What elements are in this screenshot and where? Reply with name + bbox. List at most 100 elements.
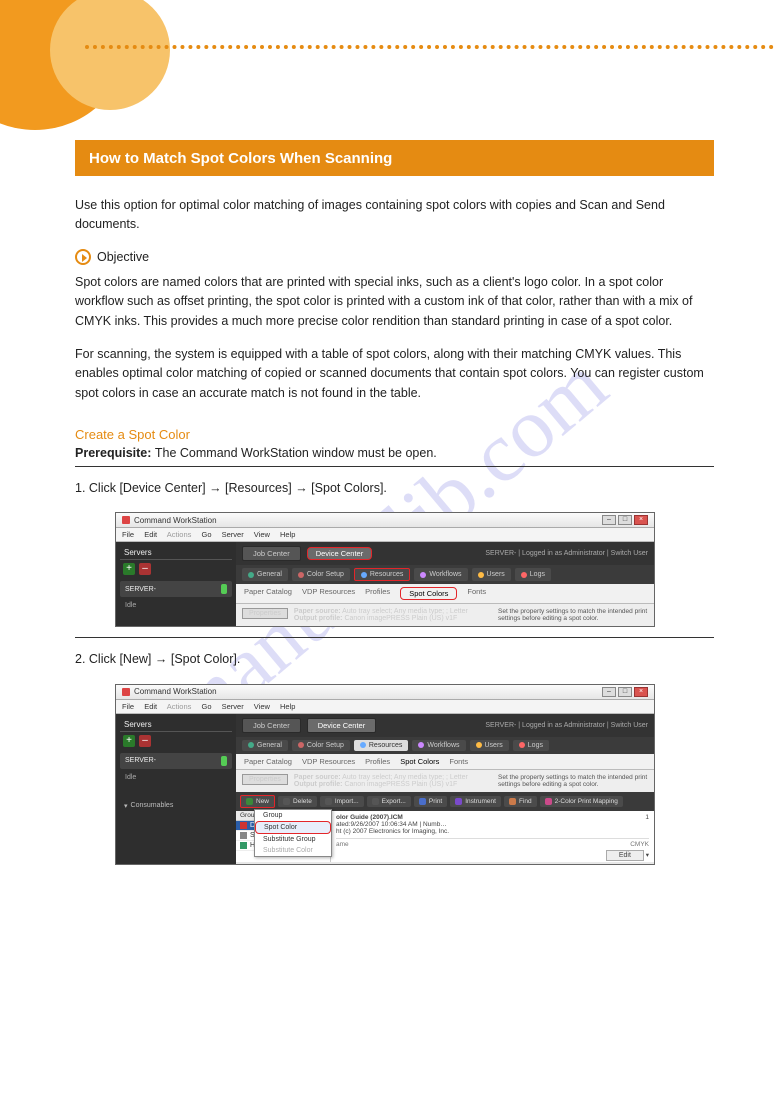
nav-general[interactable]: General [242, 568, 288, 581]
app-icon [122, 688, 130, 696]
screenshot-1: Command WorkStation – □ × File Edit Acti… [115, 512, 655, 627]
popup-sub-color[interactable]: Substitute Color [255, 845, 331, 856]
ss2-subtabs: Paper Catalog VDP Resources Profiles Spo… [236, 754, 654, 770]
subtab-profiles[interactable]: Profiles [365, 587, 390, 600]
btn-2color[interactable]: 2-Color Print Mapping [540, 796, 623, 807]
nav-workflows[interactable]: Workflows [414, 568, 467, 581]
sidebar-consumables[interactable]: ▾ Consumables [120, 801, 232, 811]
prereq-label: Prerequisite: [75, 446, 155, 460]
step-2: 2. Click [New] → [Spot Color]. [75, 650, 714, 669]
server-item[interactable]: SERVER- [120, 753, 232, 769]
btn-new[interactable]: New [240, 795, 275, 808]
step-1: 1. Click [Device Center] → [Resources] →… [75, 479, 714, 498]
menu-help[interactable]: Help [280, 702, 295, 711]
nav-logs[interactable]: Logs [515, 568, 551, 581]
menu-file[interactable]: File [122, 530, 134, 539]
menu-server[interactable]: Server [222, 702, 244, 711]
maximize-button[interactable]: □ [618, 687, 632, 697]
properties-button[interactable]: Properties [242, 608, 288, 619]
ss2-menubar[interactable]: File Edit Actions Go Server View Help [116, 700, 654, 714]
output-profile-value: Canon imagePRESS Plain (US) v1F [344, 615, 457, 622]
objective-row: Objective [75, 249, 714, 265]
subtab-paper-catalog[interactable]: Paper Catalog [244, 587, 292, 600]
menu-view[interactable]: View [254, 530, 270, 539]
properties-button[interactable]: Properties [242, 774, 288, 785]
btn-find[interactable]: Find [504, 796, 537, 807]
sidebar-header: Servers [120, 718, 232, 732]
popup-spot-color[interactable]: Spot Color [255, 821, 331, 834]
remove-server-button[interactable]: – [139, 563, 151, 575]
server-label: SERVER- [125, 586, 156, 593]
close-button[interactable]: × [634, 687, 648, 697]
ss2-titlebar: Command WorkStation – □ × [116, 685, 654, 700]
nav-color-setup[interactable]: Color Setup [292, 568, 350, 581]
paragraph-1: Spot colors are named colors that are pr… [75, 273, 714, 331]
btn-export[interactable]: Export... [367, 796, 411, 807]
popup-sub-group[interactable]: Substitute Group [255, 834, 331, 845]
subtab-spot-colors[interactable]: Spot Colors [400, 757, 439, 766]
menu-server[interactable]: Server [222, 530, 244, 539]
tab-device-center[interactable]: Device Center [307, 547, 373, 560]
subtab-fonts[interactable]: Fonts [467, 587, 486, 600]
add-server-button[interactable]: + [123, 563, 135, 575]
minimize-button[interactable]: – [602, 687, 616, 697]
edit-button[interactable]: Edit [606, 850, 644, 861]
subtab-vdp[interactable]: VDP Resources [302, 587, 355, 600]
screenshot-2: Command WorkStation – □ × File Edit Acti… [115, 684, 655, 865]
server-item[interactable]: SERVER- [120, 581, 232, 597]
close-button[interactable]: × [634, 515, 648, 525]
paper-source-label: Paper source: [294, 608, 341, 615]
nav-logs[interactable]: Logs [513, 740, 549, 751]
server-status-icon [221, 584, 227, 594]
right-pane: olor Guide (2007).ICM 1 ated:9/26/2007 1… [331, 811, 654, 862]
output-profile-label: Output profile: [294, 781, 343, 788]
tab-job-center[interactable]: Job Center [242, 718, 301, 733]
ss1-toprow: Job Center Device Center SERVER- | Logge… [236, 542, 654, 565]
subtab-profiles[interactable]: Profiles [365, 757, 390, 766]
menu-actions[interactable]: Actions [167, 530, 192, 539]
nav-resources[interactable]: Resources [354, 568, 410, 581]
sidebar-header: Servers [120, 546, 232, 560]
menu-file[interactable]: File [122, 702, 134, 711]
menu-edit[interactable]: Edit [144, 702, 157, 711]
ss1-menubar[interactable]: File Edit Actions Go Server View Help [116, 528, 654, 542]
minimize-button[interactable]: – [602, 515, 616, 525]
add-server-button[interactable]: + [123, 735, 135, 747]
menu-go[interactable]: Go [202, 702, 212, 711]
server-label: SERVER- [125, 757, 156, 764]
ss1-sidebar: Servers + – SERVER- Idle [116, 542, 236, 626]
btn-print[interactable]: Print [414, 796, 447, 807]
subtab-paper-catalog[interactable]: Paper Catalog [244, 757, 292, 766]
paper-source-value: Auto tray select; Any media type; ; Lett… [342, 608, 468, 615]
section-create-title: Create a Spot Color [75, 427, 714, 442]
menu-go[interactable]: Go [202, 530, 212, 539]
ss2-properties: Properties Paper source: Auto tray selec… [236, 770, 654, 792]
menu-edit[interactable]: Edit [144, 530, 157, 539]
remove-server-button[interactable]: – [139, 735, 151, 747]
btn-import[interactable]: Import... [320, 796, 364, 807]
tab-device-center[interactable]: Device Center [307, 718, 377, 733]
nav-resources[interactable]: Resources [354, 740, 408, 751]
menu-actions[interactable]: Actions [167, 702, 192, 711]
btn-delete[interactable]: Delete [278, 796, 317, 807]
nav-users[interactable]: Users [472, 568, 511, 581]
tab-job-center[interactable]: Job Center [242, 546, 301, 561]
nav-general[interactable]: General [242, 740, 288, 751]
output-profile-value: Canon imagePRESS Plain (US) v1F [344, 781, 457, 788]
btn-instrument[interactable]: Instrument [450, 796, 501, 807]
nav-workflows[interactable]: Workflows [412, 740, 465, 751]
server-idle: Idle [120, 772, 232, 783]
server-idle: Idle [120, 600, 232, 611]
paragraph-2: For scanning, the system is equipped wit… [75, 345, 714, 403]
ss2-iconrow: General Color Setup Resources Workflows … [236, 737, 654, 754]
menu-help[interactable]: Help [280, 530, 295, 539]
popup-group[interactable]: Group [255, 810, 331, 821]
subtab-fonts[interactable]: Fonts [449, 757, 468, 766]
subtab-vdp[interactable]: VDP Resources [302, 757, 355, 766]
subtab-spot-colors[interactable]: Spot Colors [400, 587, 457, 600]
maximize-button[interactable]: □ [618, 515, 632, 525]
nav-users[interactable]: Users [470, 740, 509, 751]
paper-source-label: Paper source: [294, 774, 341, 781]
menu-view[interactable]: View [254, 702, 270, 711]
nav-color-setup[interactable]: Color Setup [292, 740, 350, 751]
